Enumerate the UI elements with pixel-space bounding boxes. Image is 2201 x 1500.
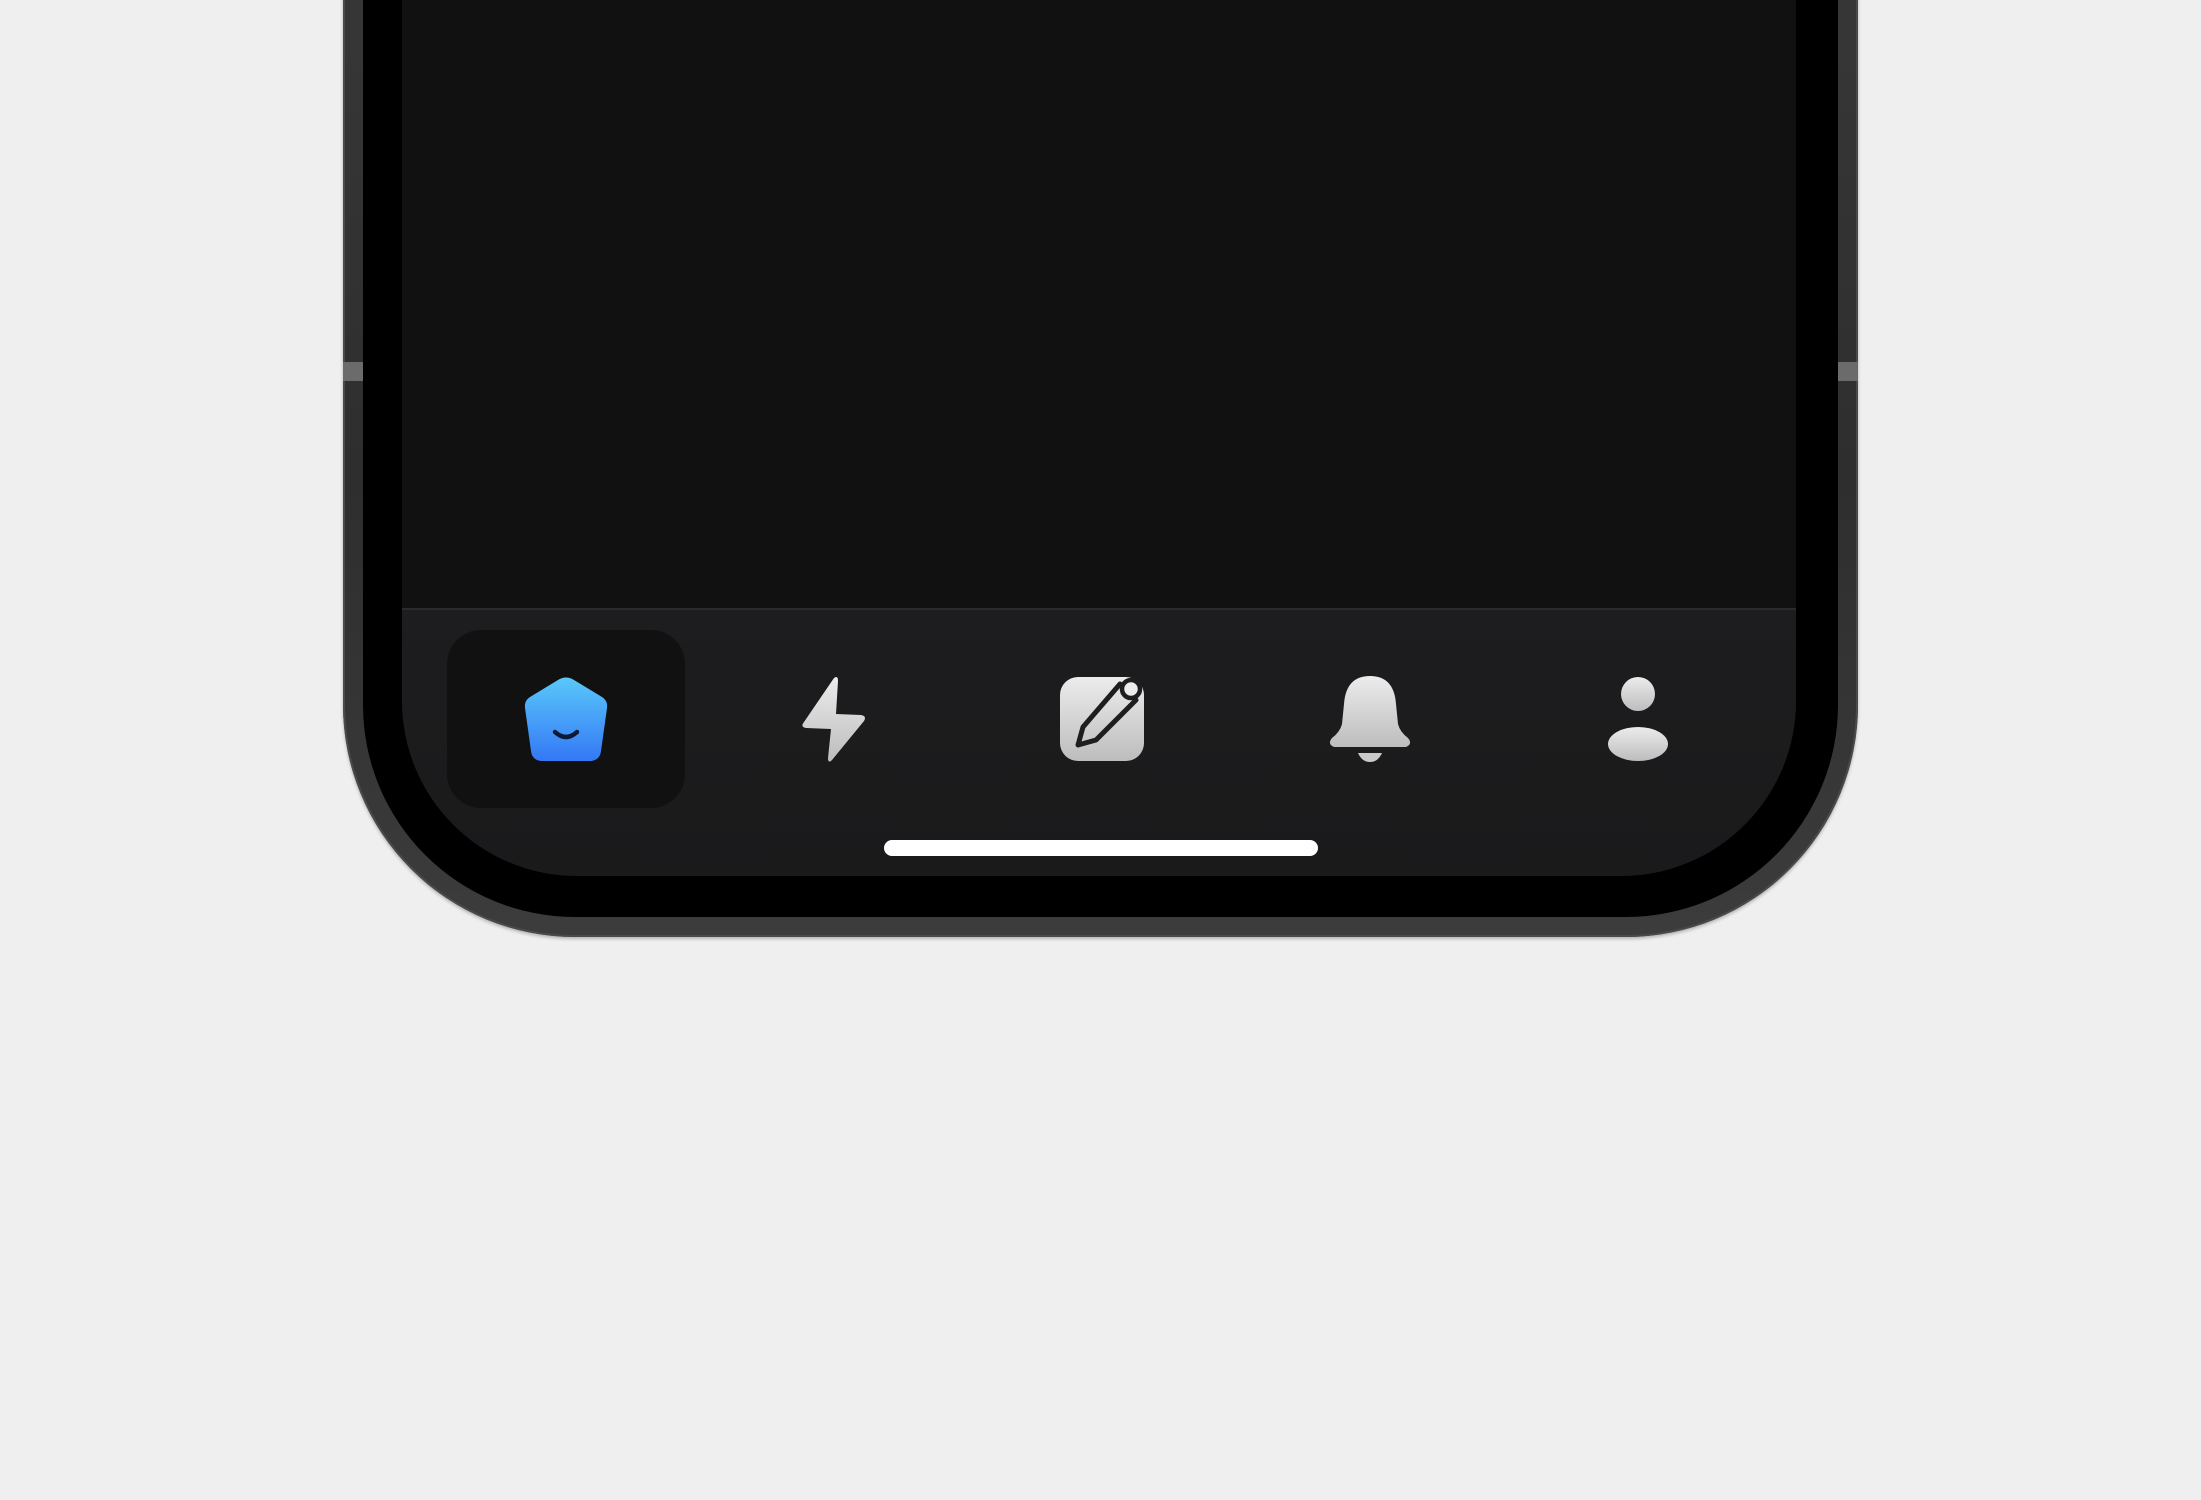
compose-icon — [1060, 677, 1144, 761]
tab-notifications[interactable] — [1251, 630, 1489, 808]
tab-activity[interactable] — [715, 630, 953, 808]
lightning-icon — [802, 677, 865, 762]
person-icon — [1608, 677, 1668, 761]
bell-icon — [1329, 676, 1411, 762]
tab-profile[interactable] — [1519, 630, 1757, 808]
tab-bar — [402, 608, 1796, 876]
tab-compose[interactable] — [983, 630, 1221, 808]
content-area — [402, 0, 1796, 609]
home-indicator[interactable] — [884, 840, 1318, 856]
page-canvas — [0, 0, 2201, 1500]
tab-home[interactable] — [447, 630, 685, 808]
home-icon — [524, 677, 608, 761]
phone-screen — [402, 0, 1796, 876]
